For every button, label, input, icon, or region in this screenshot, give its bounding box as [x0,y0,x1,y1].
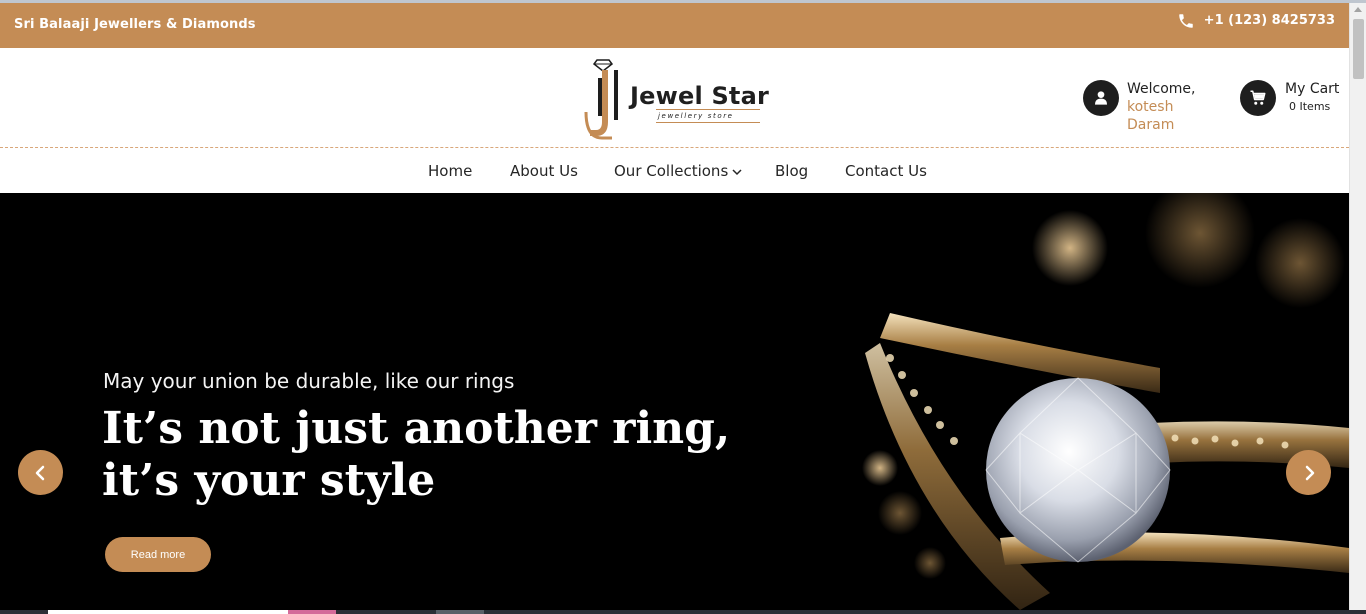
cart-label: My Cart [1285,81,1340,97]
hero-slider: May your union be durable, like our ring… [0,193,1349,610]
browser-viewport: Sri Balaaji Jewellers & Diamonds +1 (123… [0,0,1366,614]
taskbar-segment [288,610,336,614]
hero-headline-line-2: it’s your style [102,455,436,506]
nav-item-about-us[interactable]: About Us [510,161,578,181]
welcome-label: Welcome, [1127,81,1196,97]
cart-icon [1240,80,1276,116]
nav-item-our-collections-label: Our Collections [614,162,729,180]
hero-subtitle: May your union be durable, like our ring… [103,369,515,393]
site-header: Jewel Star jewellery store Welcome, kote… [0,48,1349,148]
logo-rule-top [656,109,760,110]
chevron-right-icon [1305,465,1314,480]
username-label: kotesh Daram [1127,99,1175,133]
cart-button[interactable]: My Cart 0 Items [1240,80,1344,120]
scrollbar-thumb[interactable] [1353,19,1364,79]
slider-prev-button[interactable] [18,450,63,495]
logo-mark-icon [584,59,618,140]
logo-brand-name: Jewel Star [630,82,770,110]
slider-next-button[interactable] [1286,450,1331,495]
user-icon [1083,80,1119,116]
top-bar: Sri Balaaji Jewellers & Diamonds +1 (123… [0,3,1349,48]
taskbar-segment [48,610,288,614]
main-nav: Home About Us Our Collections Blog Conta… [0,148,1349,193]
phone-icon [1176,11,1196,31]
chevron-down-icon [732,161,742,181]
nav-item-blog[interactable]: Blog [775,161,808,181]
logo-rule-bottom [656,122,760,123]
nav-item-contact-us[interactable]: Contact Us [845,161,927,181]
phone-contact[interactable]: +1 (123) 8425733 [1176,10,1335,32]
scroll-up-icon[interactable] [1354,7,1362,12]
logo-tagline: jewellery store [658,112,734,120]
hero-headline-line-1: It’s not just another ring, [102,403,731,454]
phone-number: +1 (123) 8425733 [1203,13,1335,28]
hero-ring-image [862,193,1349,610]
shop-name: Sri Balaaji Jewellers & Diamonds [14,17,256,32]
site-logo[interactable]: Jewel Star jewellery store [584,56,774,142]
nav-item-our-collections[interactable]: Our Collections [614,161,742,181]
taskbar-segment [436,610,484,614]
account-menu[interactable]: Welcome, kotesh Daram [1082,80,1222,133]
nav-item-home[interactable]: Home [428,161,472,181]
os-taskbar-strip [0,610,1366,614]
chevron-left-icon [35,465,44,480]
hero-headline: It’s not just another ring, it’s your st… [102,403,742,507]
vertical-scrollbar[interactable] [1349,3,1366,610]
cart-item-count: 0 Items [1289,100,1331,113]
read-more-button[interactable]: Read more [105,537,211,572]
